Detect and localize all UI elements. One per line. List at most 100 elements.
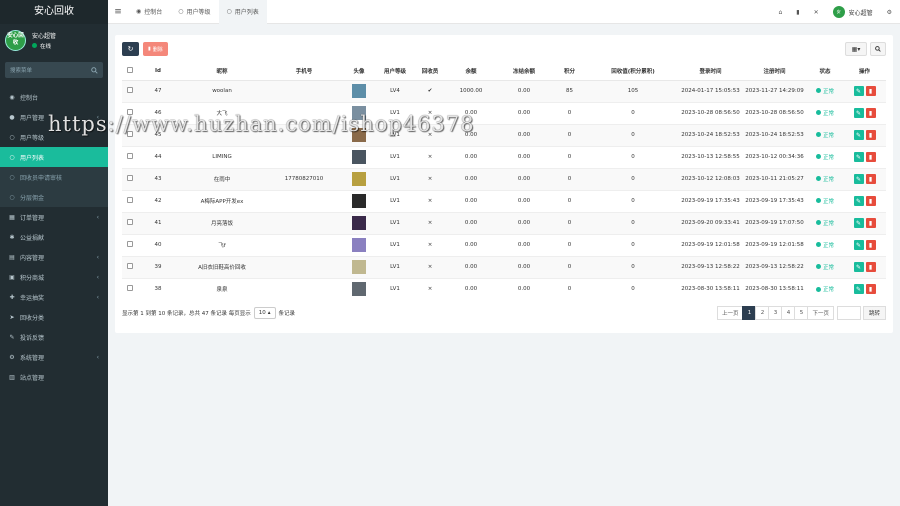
row-select-cell[interactable] (122, 101, 138, 124)
row-select-cell[interactable] (122, 145, 138, 168)
sidebar-item[interactable]: ✱ 公益捐献 (0, 227, 108, 247)
column-header[interactable]: 用户等级 (376, 63, 414, 81)
row-select-cell[interactable] (122, 255, 138, 278)
column-header[interactable]: 注册时间 (742, 63, 807, 81)
row-checkbox[interactable] (127, 131, 133, 137)
user-avatar[interactable] (352, 216, 366, 230)
tab-user-level[interactable]: ○ 用户等级 (170, 0, 218, 24)
prev-page-button[interactable]: 上一页 (716, 306, 744, 320)
top-avatar[interactable]: 安 (832, 6, 845, 18)
edit-button[interactable]: ✎ (853, 218, 864, 228)
edit-button[interactable]: ✎ (853, 196, 864, 206)
delete-row-button[interactable]: ▮ (865, 218, 876, 228)
sidebar-item[interactable]: ▦ 订单管理 ‹ (0, 207, 108, 227)
delete-row-button[interactable]: ▮ (865, 152, 876, 162)
page-button[interactable]: 4 (781, 306, 796, 320)
delete-row-button[interactable]: ▮ (865, 174, 876, 184)
page-button[interactable]: 1 (742, 306, 757, 320)
row-select-cell[interactable] (122, 123, 138, 146)
tab-dashboard[interactable]: ◉ 控制台 (128, 0, 170, 24)
sidebar-item[interactable]: ● 用户管理 ‹ (0, 107, 108, 127)
home-icon[interactable]: ⌂ (778, 9, 782, 16)
edit-button[interactable]: ✎ (853, 130, 864, 140)
column-header[interactable]: 余额 (446, 63, 496, 81)
delete-button[interactable]: ▮ 删除 (143, 42, 168, 56)
delete-row-button[interactable]: ▮ (865, 86, 876, 96)
page-size-select[interactable]: 10 ▴ (253, 307, 276, 319)
status-badge[interactable]: 正常 (815, 153, 834, 161)
row-checkbox[interactable] (127, 153, 133, 159)
column-header[interactable]: Id (138, 63, 178, 81)
row-checkbox[interactable] (127, 87, 133, 93)
page-button[interactable]: 3 (768, 306, 783, 320)
delete-row-button[interactable]: ▮ (865, 108, 876, 118)
user-avatar[interactable] (352, 106, 366, 120)
user-avatar[interactable] (352, 172, 366, 186)
brand-title[interactable]: 安心回收 (0, 0, 108, 24)
user-avatar[interactable] (352, 84, 366, 98)
status-badge[interactable]: 正常 (815, 197, 834, 205)
settings-icon[interactable]: ⚙ (887, 9, 892, 16)
row-select-cell[interactable] (122, 233, 138, 256)
select-all-checkbox[interactable] (127, 67, 133, 74)
column-header[interactable]: 头像 (342, 63, 376, 81)
edit-button[interactable]: ✎ (853, 152, 864, 162)
sidebar-item[interactable]: ○ 分层佣金 (0, 187, 108, 207)
select-all-header[interactable] (122, 63, 138, 81)
status-badge[interactable]: 正常 (815, 175, 834, 183)
row-checkbox[interactable] (127, 175, 133, 181)
sidebar-item[interactable]: ▣ 积分商城 ‹ (0, 267, 108, 287)
page-button[interactable]: 5 (794, 306, 809, 320)
status-badge[interactable]: 正常 (815, 131, 834, 139)
edit-button[interactable]: ✎ (853, 240, 864, 250)
sidebar-item[interactable]: ◉ 控制台 (0, 87, 108, 107)
sidebar-item[interactable]: ⚙ 系统管理 ‹ (0, 347, 108, 367)
row-select-cell[interactable] (122, 211, 138, 234)
trash-icon[interactable]: ▮ (796, 9, 799, 16)
row-checkbox[interactable] (127, 109, 133, 115)
row-checkbox[interactable] (127, 219, 133, 225)
row-checkbox[interactable] (127, 241, 133, 247)
status-badge[interactable]: 正常 (815, 109, 834, 117)
page-jump-button[interactable]: 跳转 (862, 306, 886, 320)
user-avatar[interactable] (352, 150, 366, 164)
page-button[interactable]: 2 (755, 306, 770, 320)
sidebar-item[interactable]: ✚ 幸运抽奖 ‹ (0, 287, 108, 307)
page-jump-input[interactable] (836, 306, 861, 320)
menu-toggle-icon[interactable]: ≡ (108, 7, 128, 17)
sidebar-item[interactable]: ▥ 站点管理 (0, 367, 108, 387)
column-header[interactable]: 积分 (552, 63, 587, 81)
user-avatar[interactable] (352, 238, 366, 252)
menu-search-input[interactable]: 搜索菜单 (10, 66, 32, 74)
user-avatar[interactable] (352, 282, 366, 297)
user-avatar[interactable] (352, 260, 366, 274)
user-avatar[interactable] (352, 194, 366, 208)
edit-button[interactable]: ✎ (853, 86, 864, 96)
status-badge[interactable]: 正常 (815, 219, 834, 227)
delete-row-button[interactable]: ▮ (865, 130, 876, 140)
column-header[interactable]: 冻结余额 (496, 63, 552, 81)
status-badge[interactable]: 正常 (815, 87, 834, 95)
row-select-cell[interactable] (122, 277, 138, 300)
fullscreen-icon[interactable]: ✕ (814, 9, 819, 16)
refresh-button[interactable]: ↻ (122, 42, 139, 56)
column-header[interactable]: 登录时间 (679, 63, 742, 81)
columns-toggle-button[interactable]: ▦▾ (845, 42, 867, 56)
sidebar-item[interactable]: ➤ 回收分类 (0, 307, 108, 327)
search-icon[interactable] (91, 66, 98, 74)
column-header[interactable]: 手机号 (266, 63, 342, 81)
sidebar-item[interactable]: ✎ 投诉反馈 (0, 327, 108, 347)
status-badge[interactable]: 正常 (815, 241, 834, 249)
status-badge[interactable]: 正常 (815, 263, 834, 271)
sidebar-item[interactable]: ○ 用户列表 (0, 147, 108, 167)
status-badge[interactable]: 正常 (815, 285, 834, 293)
row-select-cell[interactable] (122, 189, 138, 212)
sidebar-item[interactable]: ▤ 内容管理 ‹ (0, 247, 108, 267)
sidebar-item[interactable]: ○ 用户等级 (0, 127, 108, 147)
delete-row-button[interactable]: ▮ (865, 240, 876, 250)
edit-button[interactable]: ✎ (853, 174, 864, 184)
delete-row-button[interactable]: ▮ (865, 262, 876, 272)
delete-row-button[interactable]: ▮ (865, 196, 876, 206)
row-checkbox[interactable] (127, 285, 133, 292)
edit-button[interactable]: ✎ (853, 262, 864, 272)
